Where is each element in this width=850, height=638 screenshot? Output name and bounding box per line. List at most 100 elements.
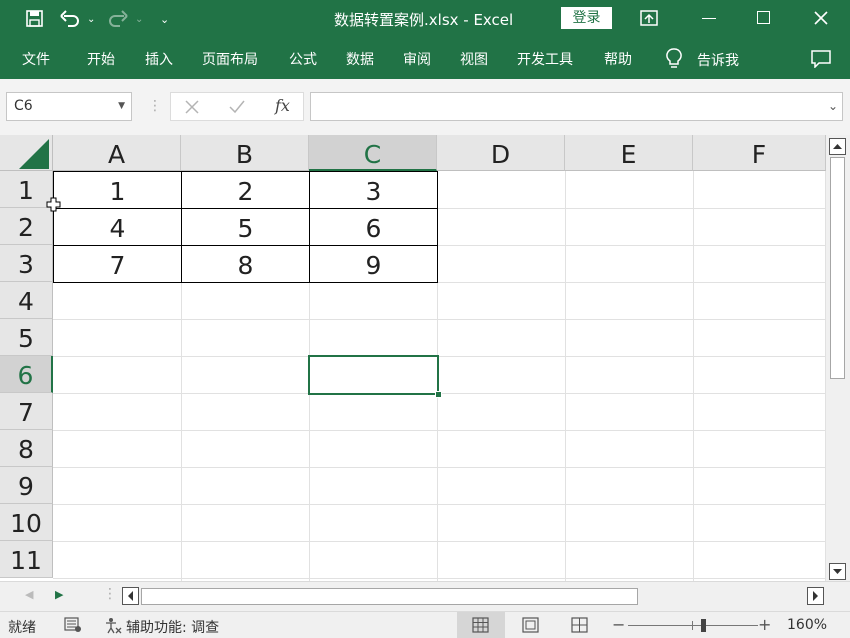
tab-data[interactable]: 数据 (346, 49, 374, 69)
scroll-down-button[interactable] (829, 563, 846, 580)
vertical-scrollbar[interactable] (826, 135, 850, 581)
cell-a2[interactable]: 4 (53, 208, 182, 246)
cell-b3[interactable]: 8 (181, 245, 310, 283)
fill-handle[interactable] (435, 391, 442, 398)
row-header-3[interactable]: 3 (0, 245, 53, 282)
row-header-11[interactable]: 11 (0, 541, 53, 578)
row-header-6[interactable]: 6 (0, 356, 53, 393)
right-arrow-icon (813, 591, 818, 601)
zoom-in-icon[interactable]: + (758, 615, 771, 634)
zoom-slider-center-tick (692, 621, 693, 630)
tab-view[interactable]: 视图 (460, 49, 488, 69)
login-button[interactable]: 登录 (561, 7, 612, 29)
tell-me-search[interactable]: 告诉我 (697, 50, 739, 70)
row-header-7[interactable]: 7 (0, 393, 53, 430)
tab-file[interactable]: 文件 (22, 49, 50, 69)
scroll-left-button[interactable] (122, 587, 139, 605)
cancel-entry-icon (185, 100, 199, 114)
cell-c2[interactable]: 6 (309, 208, 438, 246)
window-title: 数据转置案例.xlsx - Excel (334, 11, 514, 29)
gridline (565, 171, 566, 581)
confirm-entry-icon (229, 100, 245, 114)
tab-review[interactable]: 审阅 (403, 49, 431, 69)
undo-icon[interactable] (60, 9, 80, 27)
cell-c1[interactable]: 3 (309, 171, 438, 209)
customize-quick-access-icon[interactable]: ⌄ (160, 12, 169, 28)
gridline (693, 171, 694, 581)
tab-home[interactable]: 开始 (87, 49, 115, 69)
cursor-cross-icon (46, 197, 61, 212)
page-layout-view-icon[interactable] (522, 617, 539, 633)
row-header-4[interactable]: 4 (0, 282, 53, 319)
column-header-a[interactable]: A (53, 135, 181, 171)
accessibility-status[interactable]: 辅助功能: 调查 (126, 617, 219, 637)
column-header-f[interactable]: F (693, 135, 826, 171)
up-arrow-icon (833, 144, 842, 149)
down-arrow-icon (833, 569, 842, 574)
tab-page-layout[interactable]: 页面布局 (202, 49, 258, 69)
previous-sheet-icon[interactable]: ◀ (25, 588, 33, 601)
cell-b2[interactable]: 5 (181, 208, 310, 246)
minimize-icon[interactable] (702, 18, 716, 19)
gridline (53, 504, 826, 505)
tab-split-grip-icon[interactable]: ⋮ (103, 586, 117, 602)
next-sheet-icon[interactable]: ▶ (55, 588, 63, 601)
row-header-9[interactable]: 9 (0, 467, 53, 504)
accessibility-icon[interactable] (104, 617, 122, 634)
gridline (53, 541, 826, 542)
select-all-triangle-icon (19, 139, 49, 169)
lightbulb-icon[interactable] (666, 48, 682, 70)
name-box-dropdown-icon[interactable]: ▼ (118, 93, 125, 120)
scroll-up-button[interactable] (829, 138, 846, 155)
tab-help[interactable]: 帮助 (604, 49, 632, 69)
tab-developer[interactable]: 开发工具 (517, 49, 573, 69)
tab-insert[interactable]: 插入 (145, 49, 173, 69)
expand-formula-bar-icon[interactable]: ⌄ (828, 99, 838, 113)
row-header-10[interactable]: 10 (0, 504, 53, 541)
gridline (53, 467, 826, 468)
cell-b1[interactable]: 2 (181, 171, 310, 209)
tab-formulas[interactable]: 公式 (289, 49, 317, 69)
column-header-c[interactable]: C (309, 135, 437, 171)
gridline (53, 430, 826, 431)
macro-record-icon[interactable] (64, 617, 82, 633)
formula-bar-grip-icon[interactable]: ⋮ (148, 98, 162, 114)
undo-dropdown-icon[interactable]: ⌄ (87, 12, 95, 28)
ribbon-tabs: 文件 开始 插入 页面布局 公式 数据 审阅 视图 开发工具 帮助 告诉我 (0, 38, 850, 79)
column-header-b[interactable]: B (181, 135, 309, 171)
cell-c3[interactable]: 9 (309, 245, 438, 283)
gridline (53, 319, 826, 320)
page-break-preview-icon[interactable] (571, 617, 588, 633)
cell-a3[interactable]: 7 (53, 245, 182, 283)
row-header-2[interactable]: 2 (0, 208, 53, 245)
row-header-8[interactable]: 8 (0, 430, 53, 467)
normal-view-icon (472, 617, 489, 633)
ribbon-display-options-icon[interactable] (640, 10, 658, 26)
status-bar: 就绪 辅助功能: 调查 − + 160% (0, 611, 850, 638)
zoom-out-icon[interactable]: − (612, 615, 625, 634)
gridline (53, 356, 826, 357)
save-icon[interactable] (26, 10, 43, 27)
column-header-e[interactable]: E (565, 135, 693, 171)
scroll-right-button[interactable] (807, 587, 824, 605)
normal-view-button[interactable] (457, 612, 505, 638)
column-header-d[interactable]: D (437, 135, 565, 171)
name-box[interactable]: C6 ▼ (6, 92, 132, 121)
comments-icon[interactable] (811, 50, 831, 68)
vertical-scroll-thumb[interactable] (830, 157, 845, 379)
row-header-5[interactable]: 5 (0, 319, 53, 356)
formula-bar-area: C6 ▼ ⋮ fx ⌄ (0, 79, 850, 135)
formula-input[interactable]: ⌄ (310, 92, 843, 121)
horizontal-scroll-thumb[interactable] (141, 588, 638, 605)
name-box-value: C6 (14, 98, 33, 114)
maximize-icon[interactable] (757, 11, 770, 24)
cell-a1[interactable]: 1 (53, 171, 182, 209)
selected-cell-c6[interactable] (308, 355, 439, 395)
insert-function-icon[interactable]: fx (275, 96, 290, 115)
select-all-button[interactable] (0, 135, 53, 171)
close-icon[interactable] (814, 11, 828, 25)
zoom-slider-thumb[interactable] (701, 619, 706, 632)
ready-status: 就绪 (8, 620, 36, 636)
zoom-level[interactable]: 160% (787, 617, 827, 633)
zoom-slider-track[interactable] (628, 625, 758, 626)
